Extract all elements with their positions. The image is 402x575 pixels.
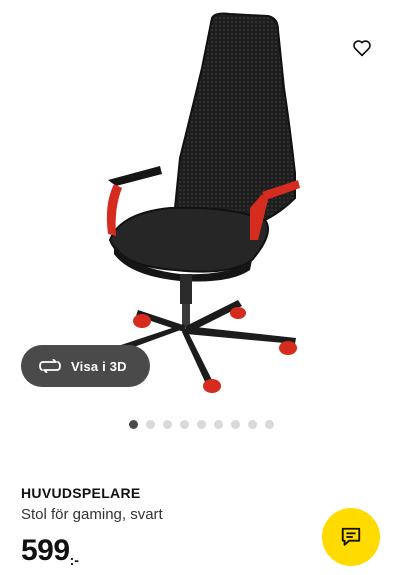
product-name: HUVUDSPELARE [21, 485, 141, 501]
view-in-3d-button[interactable]: Visa i 3D [21, 345, 150, 387]
view-in-3d-label: Visa i 3D [71, 358, 127, 374]
product-description: Stol för gaming, svart [21, 506, 163, 523]
carousel-dot[interactable] [265, 420, 274, 429]
carousel-dot[interactable] [214, 420, 223, 429]
price-suffix: :- [69, 552, 79, 568]
carousel-dot[interactable] [163, 420, 172, 429]
favorite-button[interactable] [348, 34, 376, 62]
carousel-dot[interactable] [248, 420, 257, 429]
image-carousel-indicator[interactable] [129, 420, 274, 429]
chat-button[interactable] [322, 508, 380, 566]
carousel-dot[interactable] [146, 420, 155, 429]
rotate-3d-icon [39, 359, 61, 373]
carousel-dot[interactable] [231, 420, 240, 429]
heart-icon [353, 40, 371, 57]
product-price: 599 :- [21, 533, 79, 569]
product-media: Visa i 3D [0, 0, 402, 440]
carousel-dot[interactable] [197, 420, 206, 429]
product-image[interactable] [90, 8, 320, 400]
price-integer: 599 [21, 534, 70, 567]
chat-bubble-icon [341, 527, 361, 546]
carousel-dot[interactable] [180, 420, 189, 429]
carousel-dot[interactable] [129, 420, 138, 429]
